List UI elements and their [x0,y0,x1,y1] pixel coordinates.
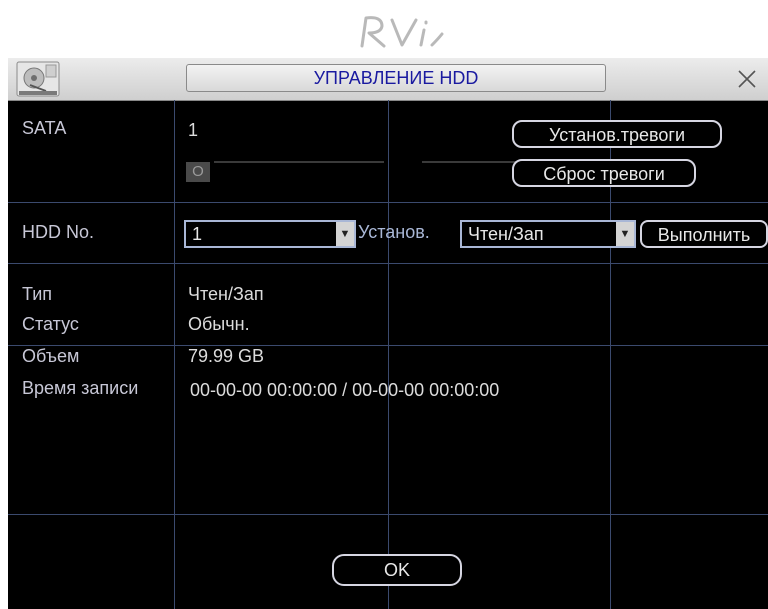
record-time-value: 00-00-00 00:00:00 / 00-00-00 00:00:00 [190,380,500,400]
grid-line-horizontal [8,202,768,203]
type-label: Тип [22,284,53,304]
grid-line-vertical [388,100,389,609]
hdd-icon [16,61,60,97]
set-alarm-button[interactable]: Установ.тревоги [512,120,722,148]
rvi-logo [352,12,462,52]
grid-line-horizontal [8,345,768,346]
set-mode-value: Чтен/Зап [468,224,544,244]
hdd-number-select[interactable]: 1 ▼ [184,220,356,248]
hdd-number-label: HDD No. [22,222,95,242]
capacity-label: Объем [22,346,80,366]
execute-button[interactable]: Выполнить [640,220,768,248]
status-label: Статус [22,314,79,334]
hdd-number-value: 1 [192,224,203,244]
title-bar: УПРАВЛЕНИЕ HDD [8,58,768,101]
grid-line-vertical [174,100,175,609]
separator-line [214,161,384,163]
type-value: Чтен/Зап [188,284,264,304]
chevron-down-icon[interactable]: ▼ [616,222,634,246]
window-title: УПРАВЛЕНИЕ HDD [186,64,606,92]
record-time-label: Время записи [22,378,139,398]
set-mode-select[interactable]: Чтен/Зап ▼ [460,220,636,248]
close-icon[interactable] [734,66,760,92]
capacity-value: 79.99 GB [188,346,265,366]
set-mode-label: Установ. [358,222,430,242]
grid-line-horizontal [8,263,768,264]
status-value: Обычн. [188,314,250,334]
ok-button[interactable]: OK [332,554,462,586]
chevron-down-icon[interactable]: ▼ [336,222,354,246]
hdd-management-window: УПРАВЛЕНИЕ HDD SATA 1 O Установ.тревоги … [8,58,768,609]
grid-line-horizontal [8,514,768,515]
rvi-logo-graphic [360,16,444,48]
sata-status-indicator: O [186,162,210,182]
sata-label: SATA [22,118,67,138]
reset-alarm-button[interactable]: Сброс тревоги [512,159,696,187]
sata-value: 1 [188,120,199,140]
